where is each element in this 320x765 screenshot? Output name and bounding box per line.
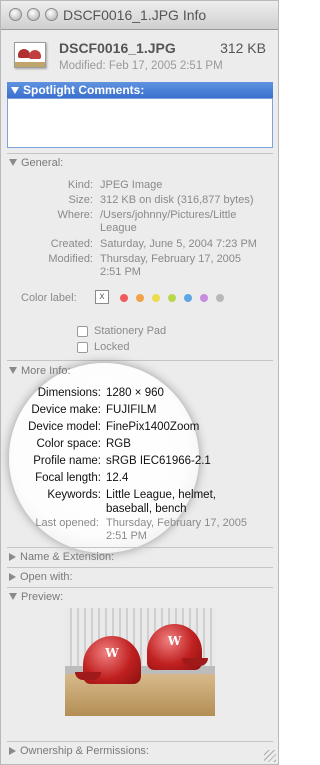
stationery-pad-label: Stationery Pad: [94, 325, 167, 337]
disclosure-open-icon[interactable]: [9, 159, 17, 166]
locked-label: Locked: [94, 341, 130, 353]
red-label-dot[interactable]: [120, 294, 128, 302]
color-space-row: Color space: RGB: [1, 437, 276, 451]
name-extension-label: Name & Extension:: [20, 551, 115, 563]
disclosure-open-icon[interactable]: [9, 367, 17, 374]
locked-checkbox[interactable]: [77, 342, 88, 353]
name-extension-section-header[interactable]: Name & Extension:: [9, 551, 114, 563]
blue-label-dot[interactable]: [184, 294, 192, 302]
yellow-label-dot[interactable]: [152, 294, 160, 302]
disclosure-open-icon[interactable]: [11, 87, 19, 94]
disclosure-closed-icon[interactable]: [9, 573, 16, 581]
modified-label: Modified:: [48, 253, 93, 265]
green-label-dot[interactable]: [168, 294, 176, 302]
ownership-section-header[interactable]: Ownership & Permissions:: [9, 745, 149, 757]
gray-label-dot[interactable]: [216, 294, 224, 302]
dimensions-row: Dimensions: 1280 × 960: [1, 386, 276, 400]
open-with-label: Open with:: [20, 571, 73, 583]
disclosure-closed-icon[interactable]: [9, 553, 16, 561]
preview-label: Preview:: [21, 591, 64, 603]
focal-length-row: Focal length: 12.4: [1, 471, 276, 485]
profile-name-value: sRGB IEC61966-2.1: [106, 455, 211, 467]
created-row: Created: Saturday, June 5, 2004 7:23 PM: [1, 238, 276, 251]
spotlight-comments-label: Spotlight Comments:: [23, 83, 145, 97]
size-value: 312 KB on disk (316,877 bytes): [100, 194, 254, 206]
minimize-button[interactable]: [27, 8, 40, 21]
created-label: Created:: [50, 238, 93, 250]
where-value: /Users/johnny/Pictures/Little League: [100, 209, 237, 234]
profile-name-row: Profile name: sRGB IEC61966-2.1: [1, 454, 276, 468]
last-opened-value: Thursday, February 17, 2005 2:51 PM: [106, 517, 248, 542]
preview-image: W W: [65, 608, 215, 716]
resize-handle[interactable]: [264, 750, 276, 762]
file-name: DSCF0016_1.JPG: [59, 40, 176, 56]
device-make-row: Device make: FUJIFILM: [1, 403, 276, 417]
modified-value: Thursday, February 17, 2005 2:51 PM: [100, 253, 242, 278]
last-opened-row: Last opened: Thursday, February 17, 2005…: [7, 517, 277, 543]
divider: [7, 360, 273, 361]
ownership-label: Ownership & Permissions:: [20, 745, 149, 757]
where-row: Where: /Users/johnny/Pictures/Little Lea…: [1, 209, 276, 235]
more-info-label: More Info:: [21, 365, 71, 377]
color-label-label: Color label:: [21, 292, 77, 304]
file-header: DSCF0016_1.JPG 312 KB Modified: Feb 17, …: [1, 30, 278, 80]
disclosure-open-icon[interactable]: [9, 593, 17, 600]
divider: [7, 153, 273, 154]
device-model-row: Device model: FinePix1400Zoom: [1, 420, 276, 434]
focal-length-label: Focal length:: [35, 472, 101, 484]
device-model-value: FinePix1400Zoom: [106, 421, 200, 433]
where-label: Where:: [57, 209, 93, 221]
file-size: 312 KB: [220, 40, 266, 56]
device-model-label: Device model:: [28, 421, 101, 433]
helmet-right: W: [147, 624, 208, 670]
zoom-button[interactable]: [45, 8, 58, 21]
no-color-label-button[interactable]: x: [95, 290, 109, 304]
purple-label-dot[interactable]: [200, 294, 208, 302]
keywords-label: Keywords:: [47, 489, 101, 501]
kind-row: Kind: JPEG Image: [1, 179, 276, 192]
spotlight-comments-header[interactable]: Spotlight Comments:: [7, 82, 273, 98]
dimensions-value: 1280 × 960: [106, 387, 164, 399]
file-modified: Modified: Feb 17, 2005 2:51 PM: [59, 60, 223, 72]
orange-label-dot[interactable]: [136, 294, 144, 302]
modified-row: Modified: Thursday, February 17, 2005 2:…: [1, 253, 276, 279]
kind-label: Kind:: [67, 179, 93, 191]
general-label: General:: [21, 157, 64, 169]
focal-length-value: 12.4: [106, 472, 129, 484]
kind-value: JPEG Image: [100, 179, 163, 191]
open-with-section-header[interactable]: Open with:: [9, 571, 73, 583]
device-make-value: FUJIFILM: [106, 404, 157, 416]
more-info-section-header[interactable]: More Info:: [9, 365, 71, 377]
last-opened-label: Last opened:: [35, 517, 99, 529]
profile-name-label: Profile name:: [33, 455, 101, 467]
spotlight-comments-field[interactable]: [7, 98, 273, 148]
window-title: DSCF0016_1.JPG Info: [63, 7, 207, 23]
keywords-value: Little League, helmet, baseball, bench: [106, 489, 216, 515]
general-section-header[interactable]: General:: [9, 157, 63, 169]
created-value: Saturday, June 5, 2004 7:23 PM: [100, 238, 257, 250]
title-bar[interactable]: DSCF0016_1.JPG Info: [1, 1, 278, 30]
size-row: Size: 312 KB on disk (316,877 bytes): [1, 194, 276, 207]
close-button[interactable]: [9, 8, 22, 21]
keywords-row: Keywords: Little League, helmet, basebal…: [1, 488, 276, 516]
helmet-left-letter: W: [105, 646, 119, 660]
disclosure-closed-icon[interactable]: [9, 747, 16, 755]
divider: [7, 547, 273, 548]
divider: [7, 587, 273, 588]
device-make-label: Device make:: [31, 404, 101, 416]
color-space-value: RGB: [106, 438, 131, 450]
color-space-label: Color space:: [36, 438, 101, 450]
size-label: Size:: [68, 194, 93, 206]
stationery-pad-checkbox[interactable]: [77, 326, 88, 337]
divider: [7, 741, 273, 742]
info-window: DSCF0016_1.JPG Info DSCF0016_1.JPG 312 K…: [0, 0, 279, 765]
divider: [7, 567, 273, 568]
preview-section-header[interactable]: Preview:: [9, 591, 63, 603]
helmet-right-letter: W: [167, 634, 182, 648]
file-thumbnail-icon: [14, 42, 46, 68]
dimensions-label: Dimensions:: [37, 387, 101, 399]
